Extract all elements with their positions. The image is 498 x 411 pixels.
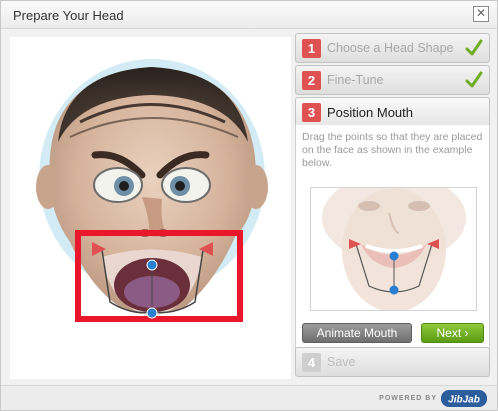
example-lower-handle	[389, 285, 399, 295]
check-icon	[465, 71, 483, 88]
step-choose-head-shape[interactable]: 1 Choose a Head Shape	[295, 33, 490, 63]
title-bar: Prepare Your Head ✕	[1, 1, 497, 29]
handle-layer	[92, 242, 213, 319]
step-position-mouth[interactable]: 3 Position Mouth	[295, 97, 490, 127]
jibjab-logo: JibJab	[441, 390, 487, 407]
instructions-text: Drag the points so that they are placed …	[302, 131, 483, 169]
step-number: 2	[302, 71, 321, 90]
close-button[interactable]: ✕	[473, 6, 489, 22]
right-corner-handle[interactable]	[199, 242, 213, 256]
steps-panel: 1 Choose a Head Shape 2 Fine-Tune 3 Posi…	[295, 31, 490, 381]
next-button[interactable]: Next ›	[421, 323, 484, 343]
powered-by-text: POWERED BY	[379, 395, 437, 402]
prepare-head-dialog: Prepare Your Head ✕ 1 Choose a Head Shap…	[0, 0, 498, 411]
step-label: Save	[327, 355, 356, 369]
step-fine-tune[interactable]: 2 Fine-Tune	[295, 65, 490, 95]
step-label: Fine-Tune	[327, 73, 384, 87]
animate-mouth-button[interactable]: Animate Mouth	[302, 323, 412, 343]
lower-lip-handle[interactable]	[146, 307, 158, 319]
dialog-title: Prepare Your Head	[13, 8, 124, 23]
position-mouth-body: Drag the points so that they are placed …	[295, 125, 490, 375]
footer: POWERED BY JibJab	[1, 385, 497, 410]
upper-lip-handle[interactable]	[146, 259, 158, 271]
close-icon: ✕	[475, 6, 487, 20]
example-face-image	[311, 188, 476, 310]
check-icon	[465, 39, 483, 56]
step-number: 1	[302, 39, 321, 58]
step-label: Position Mouth	[327, 105, 413, 120]
step-number: 4	[302, 353, 321, 372]
step-number: 3	[302, 103, 321, 122]
example-image	[310, 187, 477, 311]
step-save: 4 Save	[295, 347, 490, 377]
left-corner-handle[interactable]	[92, 242, 106, 256]
jibjab-brand: JibJab	[448, 395, 480, 406]
step-label: Choose a Head Shape	[327, 41, 454, 55]
example-upper-handle	[389, 251, 399, 261]
face-stage	[10, 37, 291, 379]
